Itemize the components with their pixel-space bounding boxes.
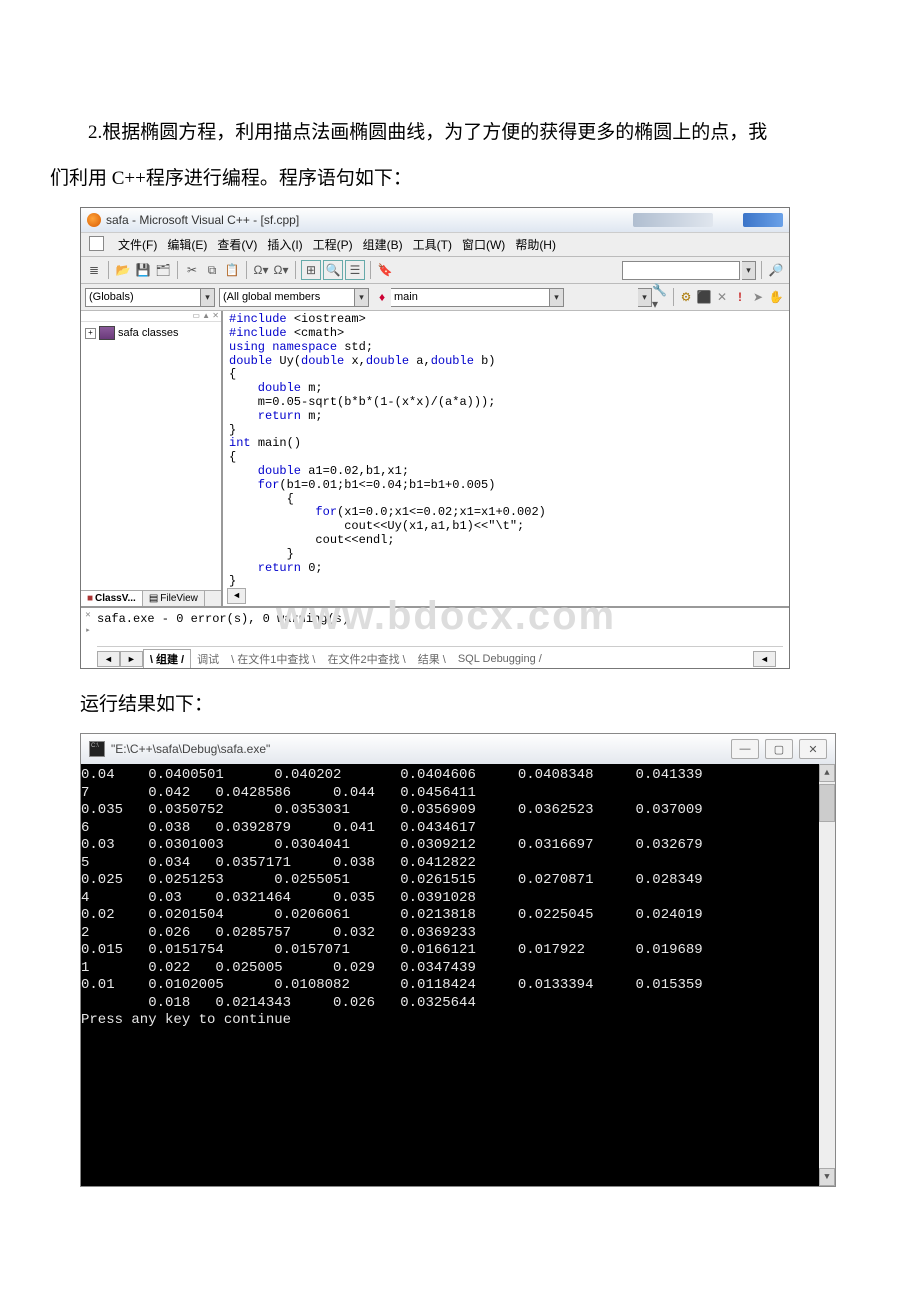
workspace-icon[interactable]: ⊞ <box>301 260 321 280</box>
hscroll-left-icon[interactable]: ◄ <box>753 651 776 667</box>
compile-icon[interactable]: ⚙ <box>677 288 695 306</box>
open-icon[interactable]: 📂 <box>114 261 132 279</box>
tree-root[interactable]: + safa classes <box>85 326 217 340</box>
ide-window: safa - Microsoft Visual C++ - [sf.cpp] 文… <box>80 207 790 669</box>
tab-sql[interactable]: SQL Debugging / <box>452 652 548 666</box>
console-title-text: "E:\C++\safa\Debug\safa.exe" <box>111 742 270 756</box>
sidebar-header: ▭ ▲ ✕ <box>81 311 221 322</box>
tab-build[interactable]: \ 组建 / <box>143 649 191 668</box>
dropdown-arrow-icon[interactable] <box>201 288 215 307</box>
dropdown-arrow-icon[interactable] <box>355 288 369 307</box>
toolbar-members: (Globals) (All global members ♦ main 🔧▾ … <box>81 284 789 311</box>
tree-expand-icon[interactable]: + <box>85 328 96 339</box>
tree-root-label: safa classes <box>118 327 179 339</box>
tools-icon[interactable]: 🔧▾ <box>652 288 670 306</box>
menu-file[interactable]: 文件(F) <box>118 236 157 253</box>
minimize-button[interactable]: — <box>731 739 759 759</box>
menu-project[interactable]: 工程(P) <box>313 236 353 253</box>
func-icon: ♦ <box>373 288 391 306</box>
cut-icon[interactable]: ✂ <box>183 261 201 279</box>
tab-classview[interactable]: ■ClassV... <box>81 591 143 606</box>
dropdown-arrow-icon[interactable] <box>742 261 756 280</box>
new-icon[interactable]: ≣ <box>85 261 103 279</box>
maximize-button[interactable]: ▢ <box>765 739 793 759</box>
classes-icon <box>99 326 115 340</box>
menu-insert[interactable]: 插入(I) <box>267 236 302 253</box>
redo-icon[interactable]: Ω▾ <box>272 261 290 279</box>
paste-icon[interactable]: 📋 <box>223 261 241 279</box>
vc-icon <box>87 213 101 227</box>
hscroll-left-icon[interactable]: ◄ <box>227 588 246 604</box>
go-icon[interactable]: ➤ <box>749 288 767 306</box>
console-window: "E:\C++\safa\Debug\safa.exe" — ▢ ✕ 0.04 … <box>80 733 836 1187</box>
stop-icon[interactable]: ✕ <box>713 288 731 306</box>
scroll-up-icon[interactable]: ▲ <box>819 764 835 782</box>
output-tabs: ◄ ► \ 组建 / 调试 \ 在文件1中查找 \ 在文件2中查找 \ 结果 \… <box>97 646 783 668</box>
main-dropdown[interactable]: main <box>391 288 550 307</box>
saveall-icon[interactable]: 🗂 <box>154 261 172 279</box>
toolbar: ≣ 📂 💾 🗂 ✂ ⧉ 📋 Ω▾ Ω▾ ⊞ 🔍 ☰ 🔖 🔎 <box>81 257 789 284</box>
tab-find1[interactable]: \ 在文件1中查找 \ <box>225 650 321 668</box>
tab-fileview[interactable]: ▤FileView <box>143 591 205 606</box>
console-titlebar: "E:\C++\safa\Debug\safa.exe" — ▢ ✕ <box>81 734 835 764</box>
console-icon <box>89 741 105 757</box>
intro-paragraph: 2.根据椭圆方程，利用描点法画椭圆曲线，为了方便的获得更多的椭圆上的点，我 们利… <box>50 115 870 197</box>
output-panel: ✕ ▸ safa.exe - 0 error(s), 0 warning(s) … <box>81 606 789 668</box>
intro-line1: 2.根据椭圆方程，利用描点法画椭圆曲线，为了方便的获得更多的椭圆上的点，我 <box>50 115 870 151</box>
menu-help[interactable]: 帮助(H) <box>515 236 556 253</box>
build-icon[interactable]: ⬛ <box>695 288 713 306</box>
titlebar-blur <box>633 213 713 227</box>
find-icon[interactable]: 🔍 <box>323 260 343 280</box>
close-button[interactable]: ✕ <box>799 739 827 759</box>
search-dropdown[interactable] <box>622 261 740 280</box>
go-icon[interactable]: 🔖 <box>376 261 394 279</box>
members-dropdown[interactable]: (All global members <box>219 288 355 307</box>
binocular-icon[interactable]: 🔎 <box>767 261 785 279</box>
exec-icon[interactable]: ! <box>731 288 749 306</box>
tab-debug[interactable]: 调试 <box>191 650 225 668</box>
menu-view[interactable]: 查看(V) <box>217 236 257 253</box>
scroll-thumb[interactable] <box>819 784 835 822</box>
watermark: www.bdocx.com <box>276 594 616 639</box>
tab-result[interactable]: 结果 \ <box>412 650 452 668</box>
dropdown-arrow-icon[interactable] <box>550 288 564 307</box>
undo-icon[interactable]: Ω▾ <box>252 261 270 279</box>
globals-dropdown[interactable]: (Globals) <box>85 288 201 307</box>
intro-line2: 们利用 C++程序进行编程。程序语句如下： <box>50 161 870 197</box>
menu-build[interactable]: 组建(B) <box>363 236 403 253</box>
save-icon[interactable]: 💾 <box>134 261 152 279</box>
console-scrollbar[interactable]: ▲ ▼ <box>819 764 835 1186</box>
menubar: 文件(F) 编辑(E) 查看(V) 插入(I) 工程(P) 组建(B) 工具(T… <box>81 233 789 257</box>
titlebar-blur <box>743 213 783 227</box>
copy-icon[interactable]: ⧉ <box>203 261 221 279</box>
scroll-down-icon[interactable]: ▼ <box>819 1168 835 1186</box>
tab-next-icon[interactable]: ► <box>120 651 143 667</box>
dropdown-arrow-icon[interactable] <box>638 288 652 307</box>
menu-edit[interactable]: 编辑(E) <box>167 236 207 253</box>
doc-icon <box>89 236 104 251</box>
code-editor[interactable]: #include <iostream> #include <cmath> usi… <box>223 311 789 606</box>
menu-tools[interactable]: 工具(T) <box>413 236 452 253</box>
break-icon[interactable]: ✋ <box>767 288 785 306</box>
ide-titlebar: safa - Microsoft Visual C++ - [sf.cpp] <box>81 208 789 233</box>
tab-find2[interactable]: 在文件2中查找 \ <box>321 650 411 668</box>
tab-prev-icon[interactable]: ◄ <box>97 651 120 667</box>
ide-title: safa - Microsoft Visual C++ - [sf.cpp] <box>106 213 299 227</box>
console-output: 0.04 0.0400501 0.040202 0.0404606 0.0408… <box>81 764 835 1186</box>
menu-window[interactable]: 窗口(W) <box>462 236 505 253</box>
close-panel-icon[interactable]: ✕ ▸ <box>83 610 93 635</box>
class-view-sidebar: ▭ ▲ ✕ + safa classes ■ClassV... ▤FileVie… <box>81 311 223 606</box>
bookmark-icon[interactable]: ☰ <box>345 260 365 280</box>
result-label: 运行结果如下： <box>80 687 840 723</box>
